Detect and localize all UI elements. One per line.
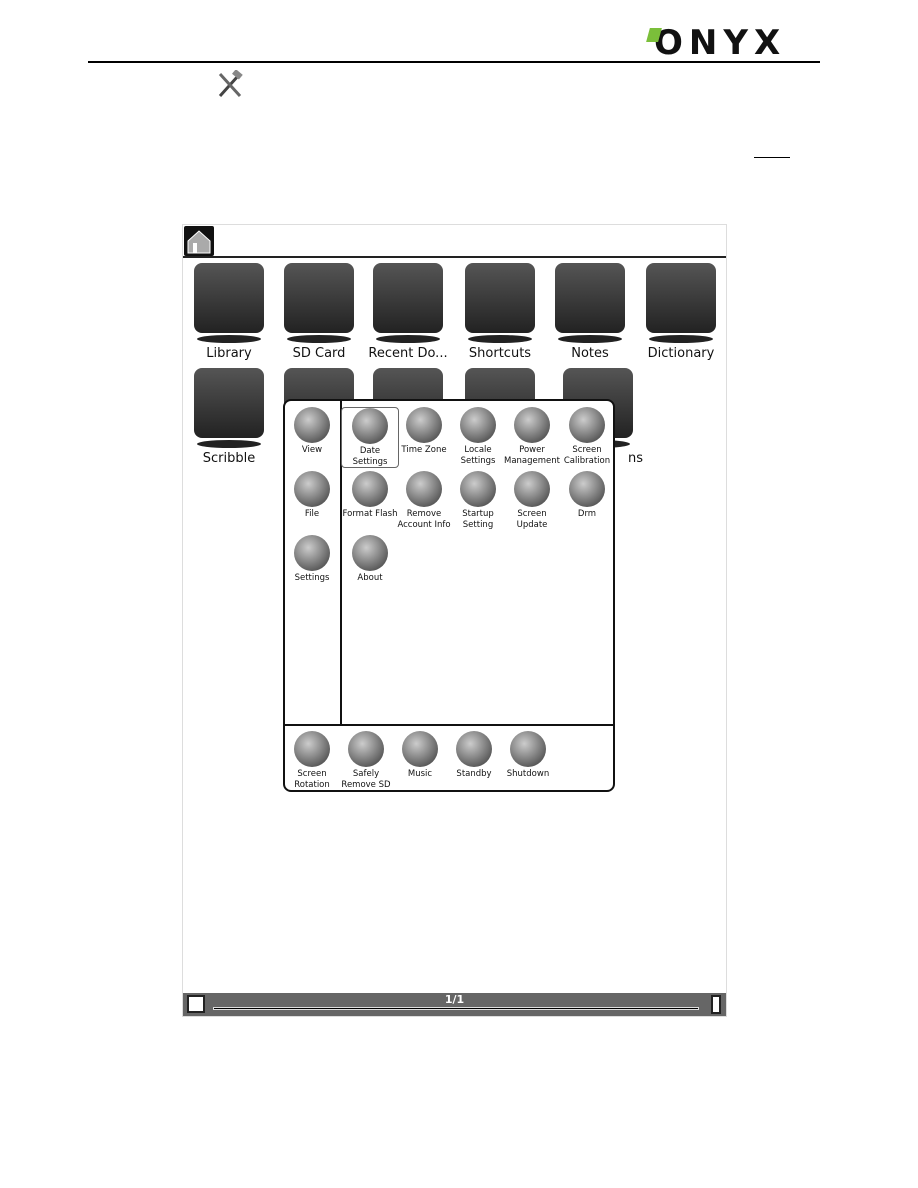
app-recent-do-[interactable]: Recent Do...	[363, 263, 453, 361]
standby-icon	[456, 731, 492, 767]
icon-shadow	[287, 335, 351, 343]
item-label: Startup Setting	[462, 509, 494, 530]
icon-shadow	[649, 335, 713, 343]
page-indicator: 1/1	[444, 993, 465, 1006]
menu-item-time-zone[interactable]: Time Zone	[395, 407, 453, 456]
menu-item-screen-calibration[interactable]: Screen Calibration	[558, 407, 616, 466]
dictionary-icon	[646, 263, 716, 333]
app-dictionary[interactable]: Dictionary	[636, 263, 726, 361]
device-screen: Library SD Card Recent Do... Shortcuts Notes…	[182, 224, 727, 1017]
home-button[interactable]	[184, 226, 214, 256]
app-sd-card[interactable]: SD Card	[274, 263, 364, 361]
drm-icon	[569, 471, 605, 507]
menu-action-standby[interactable]: Standby	[445, 731, 503, 780]
icon-shadow	[558, 335, 622, 343]
menu-category-file[interactable]: File	[283, 471, 341, 520]
item-label: Screen Update	[516, 509, 548, 530]
shutdown-icon	[510, 731, 546, 767]
item-label: Drm	[577, 509, 597, 519]
locale-settings-icon	[460, 407, 496, 443]
menu-item-screen-update[interactable]: Screen Update	[503, 471, 561, 530]
item-label: Time Zone	[401, 445, 447, 455]
screen-calibration-icon	[569, 407, 605, 443]
format-flash-icon	[352, 471, 388, 507]
menu-action-safely-remove-sd[interactable]: Safely Remove SD	[337, 731, 395, 790]
file-icon	[294, 471, 330, 507]
menu-item-power-management[interactable]: Power Management	[503, 407, 561, 466]
app-label: Scribble	[202, 451, 256, 466]
app-label: Dictionary	[647, 346, 715, 361]
books-icon	[194, 263, 264, 333]
home-icon	[187, 230, 211, 254]
icon-shadow	[197, 335, 261, 343]
startup-setting-icon	[460, 471, 496, 507]
status-bar: 1/1	[183, 993, 726, 1016]
menu-action-shutdown[interactable]: Shutdown	[499, 731, 557, 780]
app-shortcuts[interactable]: Shortcuts	[455, 263, 545, 361]
item-label: File	[304, 509, 320, 519]
menu-item-startup-setting[interactable]: Startup Setting	[449, 471, 507, 530]
menu-category-settings[interactable]: Settings	[283, 535, 341, 584]
item-label: Settings	[294, 573, 330, 583]
item-label: About	[357, 573, 383, 583]
app-label: Library	[206, 346, 252, 361]
menu-item-locale-settings[interactable]: Locale Settings	[449, 407, 507, 466]
onyx-logo: ONYX	[646, 26, 816, 60]
app-label: Notes	[571, 346, 609, 361]
progress-bar[interactable]	[213, 1007, 699, 1010]
tools-icon	[218, 70, 243, 98]
item-label: View	[301, 445, 323, 455]
app-scribble[interactable]: Scribble	[184, 368, 274, 466]
time-zone-icon	[406, 407, 442, 443]
view-icon	[294, 407, 330, 443]
item-label: Remove Account Info	[397, 509, 451, 530]
app-label: Shortcuts	[468, 346, 532, 361]
music-icon	[402, 731, 438, 767]
menu-item-format-flash[interactable]: Format Flash	[341, 471, 399, 520]
battery-icon	[711, 995, 721, 1014]
item-label: Power Management	[504, 445, 560, 466]
scribble-icon	[194, 368, 264, 438]
app-label: Recent Do...	[368, 346, 448, 361]
menu-action-screen-rotation[interactable]: Screen Rotation	[283, 731, 341, 790]
menu-item-drm[interactable]: Drm	[558, 471, 616, 520]
screen-rotation-icon	[294, 731, 330, 767]
item-label: Safely Remove SD	[341, 769, 391, 790]
app-library[interactable]: Library	[184, 263, 274, 361]
power-management-icon	[514, 407, 550, 443]
about-icon	[352, 535, 388, 571]
app-notes[interactable]: Notes	[545, 263, 635, 361]
menu-action-music[interactable]: Music	[391, 731, 449, 780]
item-label: Standby	[456, 769, 492, 779]
menu-item-date-settings[interactable]: Date Settings	[341, 407, 399, 468]
item-label: Shutdown	[506, 769, 550, 779]
icon-shadow	[376, 335, 440, 343]
item-label: Music	[407, 769, 433, 779]
app-label: SD Card	[292, 346, 346, 361]
notes-icon	[555, 263, 625, 333]
screen-update-icon	[514, 471, 550, 507]
date-settings-icon	[352, 408, 388, 444]
item-label: Screen Rotation	[294, 769, 330, 790]
item-label: Screen Calibration	[563, 445, 611, 466]
item-label: Locale Settings	[460, 445, 496, 466]
shortcut-icon	[465, 263, 535, 333]
sd-card-icon	[284, 263, 354, 333]
icon-shadow	[468, 335, 532, 343]
icon-shadow	[197, 440, 261, 448]
settings-menu-popup: View File Settings Date Settings Time Zone Lo…	[283, 399, 615, 792]
menu-item-about[interactable]: About	[341, 535, 399, 584]
item-label: Format Flash	[342, 509, 398, 519]
settings-icon	[294, 535, 330, 571]
menu-divider-horizontal	[285, 724, 613, 726]
underline-mark	[754, 157, 790, 158]
menu-item-remove-account-info[interactable]: Remove Account Info	[395, 471, 453, 530]
recent-documents-icon	[373, 263, 443, 333]
remove-account-info-icon	[406, 471, 442, 507]
item-label: Date Settings	[352, 446, 388, 467]
safely-remove-sd-icon	[348, 731, 384, 767]
top-bar	[183, 225, 726, 258]
menu-category-view[interactable]: View	[283, 407, 341, 456]
